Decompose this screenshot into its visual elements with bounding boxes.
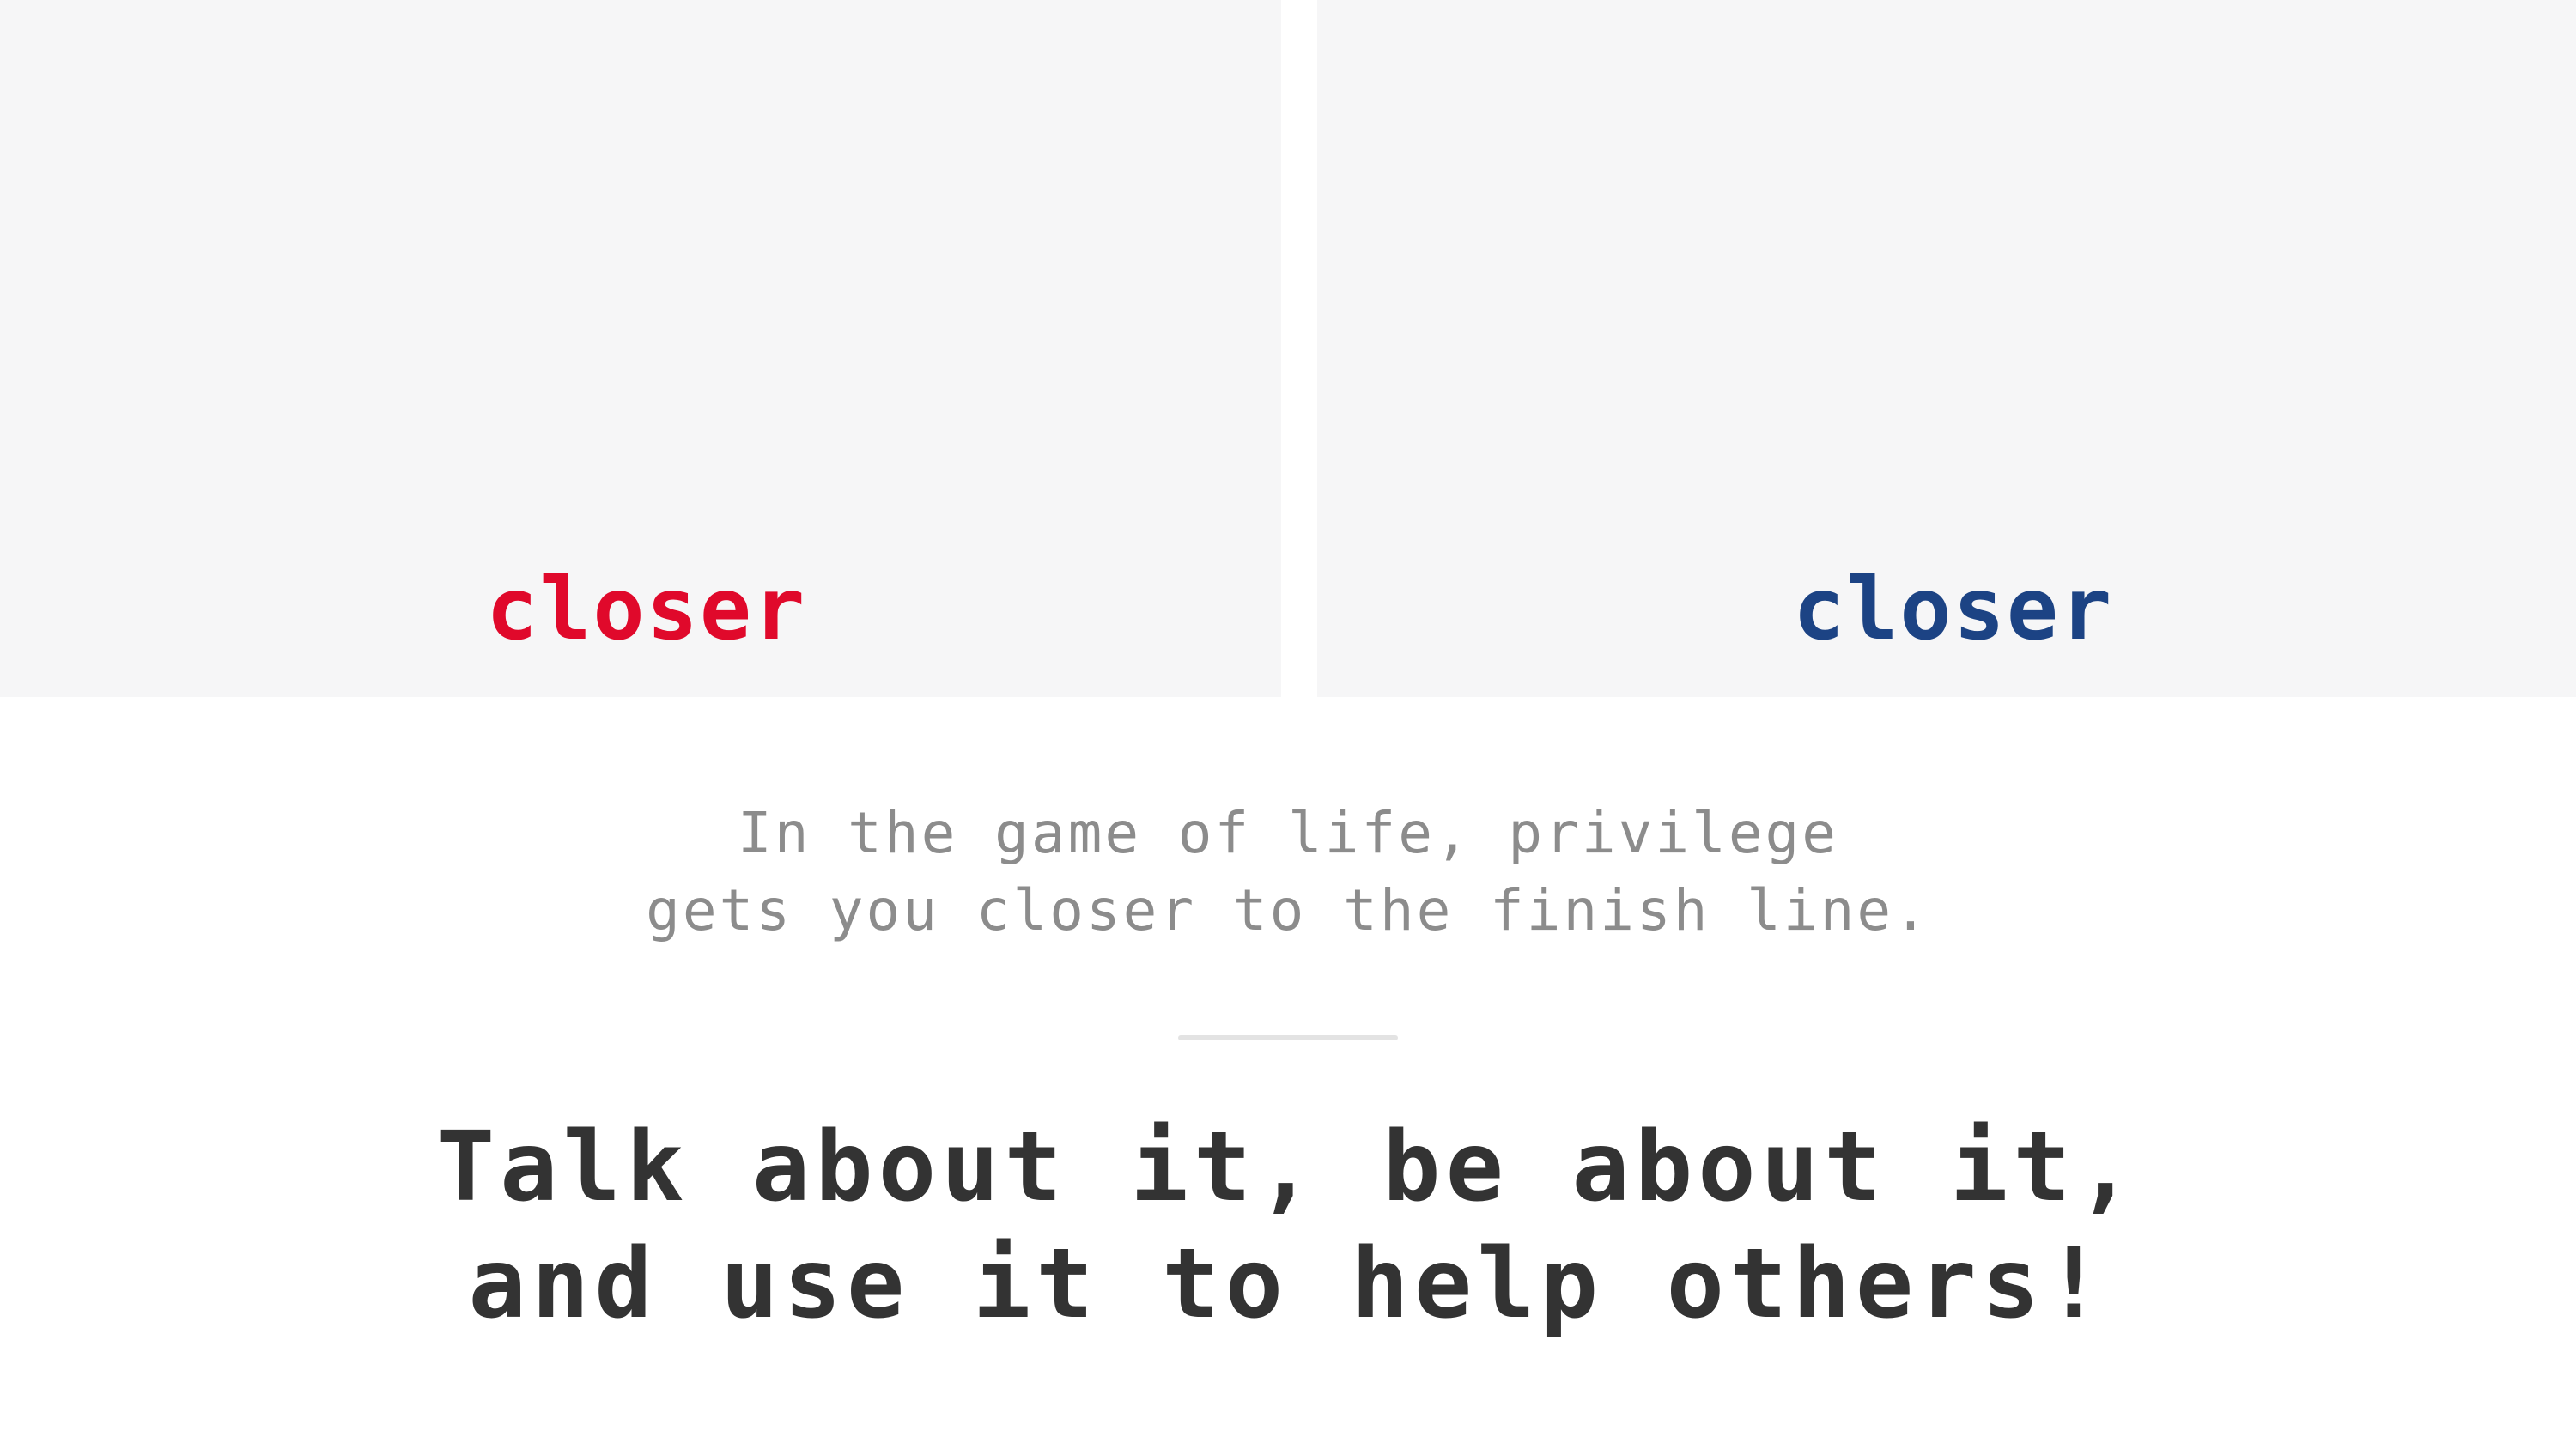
- caption-line-2: gets you closer to the finish line.: [646, 877, 1930, 943]
- caption: In the game of life, privilege gets you …: [0, 795, 2576, 949]
- right-panel: closer: [1317, 0, 2576, 697]
- left-panel: closer: [0, 0, 1281, 697]
- caption-line-1: In the game of life, privilege: [737, 800, 1839, 866]
- divider: [1178, 1035, 1398, 1040]
- headline-line-2: and use it to help others!: [468, 1228, 2108, 1340]
- headline: Talk about it, be about it, and use it t…: [0, 1109, 2576, 1343]
- headline-line-1: Talk about it, be about it,: [436, 1112, 2140, 1223]
- right-panel-word: closer: [1793, 559, 2114, 659]
- left-panel-word: closer: [486, 559, 807, 659]
